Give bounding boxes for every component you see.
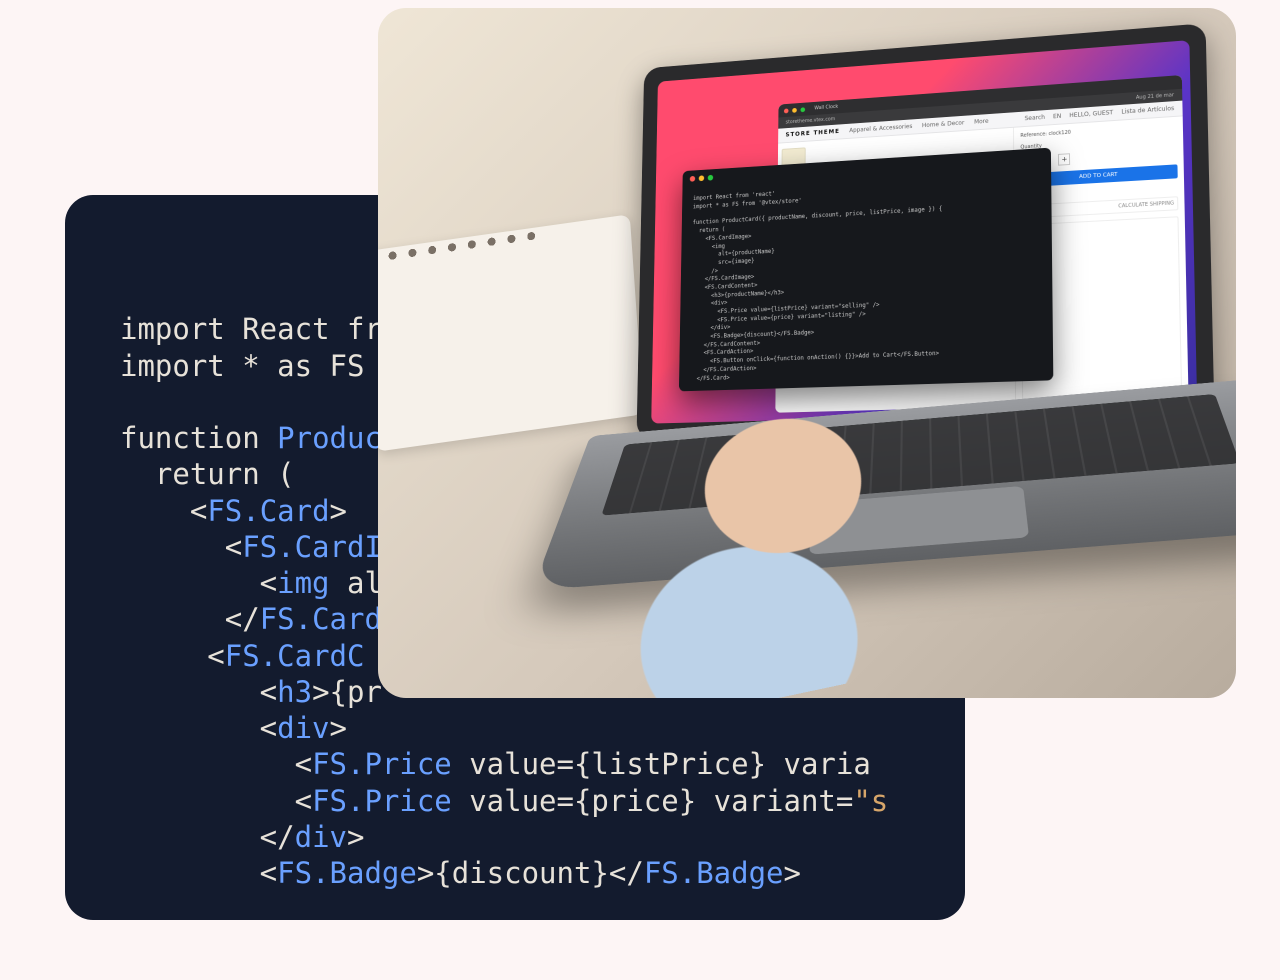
editor-line: <FS.CardAction>: [690, 348, 753, 357]
system-date: Aug 21 de mar: [1136, 92, 1174, 101]
editor-line: <img: [692, 243, 725, 251]
editor-line: </FS.Card>: [690, 374, 730, 382]
laptop-screen: Wall Clock storetheme.vtex.com Aug 21 de…: [651, 40, 1197, 423]
search-input[interactable]: Search: [1025, 114, 1046, 122]
window-maximize-icon[interactable]: [800, 107, 805, 112]
editor-line: <div>: [691, 300, 727, 308]
laptop: Wall Clock storetheme.vtex.com Aug 21 de…: [578, 23, 1236, 663]
editor-line: </div>: [691, 324, 731, 332]
language-toggle[interactable]: EN: [1053, 113, 1061, 120]
browser-tab-title[interactable]: Wall Clock: [814, 104, 838, 111]
store-brand[interactable]: STORE THEME: [786, 128, 840, 138]
greeting-label[interactable]: HELLO, GUEST: [1069, 109, 1113, 119]
window-close-icon[interactable]: [690, 176, 695, 182]
window-maximize-icon[interactable]: [708, 175, 713, 181]
editor-line: <FS.CardImage>: [692, 233, 751, 243]
editor-line: </FS.CardAction>: [690, 365, 756, 374]
window-close-icon[interactable]: [784, 108, 789, 113]
laptop-trackpad: [809, 486, 1029, 555]
nav-link[interactable]: Apparel & Accessories: [849, 123, 912, 134]
code-line: import: [120, 312, 225, 346]
window-minimize-icon[interactable]: [699, 175, 704, 181]
code-editor-window: import React from 'react' import * as FS…: [679, 148, 1053, 392]
laptop-lid: Wall Clock storetheme.vtex.com Aug 21 de…: [636, 23, 1214, 439]
nav-link[interactable]: Home & Decor: [922, 120, 964, 130]
cart-link[interactable]: Lista de Artículos: [1121, 105, 1174, 115]
quantity-increase-button[interactable]: +: [1058, 153, 1070, 165]
editor-line: function ProductCard({ productName, disc…: [693, 206, 943, 227]
editor-line: return (: [692, 226, 725, 234]
editor-line: />: [692, 267, 718, 275]
window-minimize-icon[interactable]: [792, 107, 797, 112]
editor-line: src={image}: [692, 257, 755, 267]
laptop-photo-panel: Wall Clock storetheme.vtex.com Aug 21 de…: [378, 8, 1236, 698]
nav-link[interactable]: More: [974, 118, 989, 126]
address-bar[interactable]: storetheme.vtex.com: [786, 116, 836, 125]
